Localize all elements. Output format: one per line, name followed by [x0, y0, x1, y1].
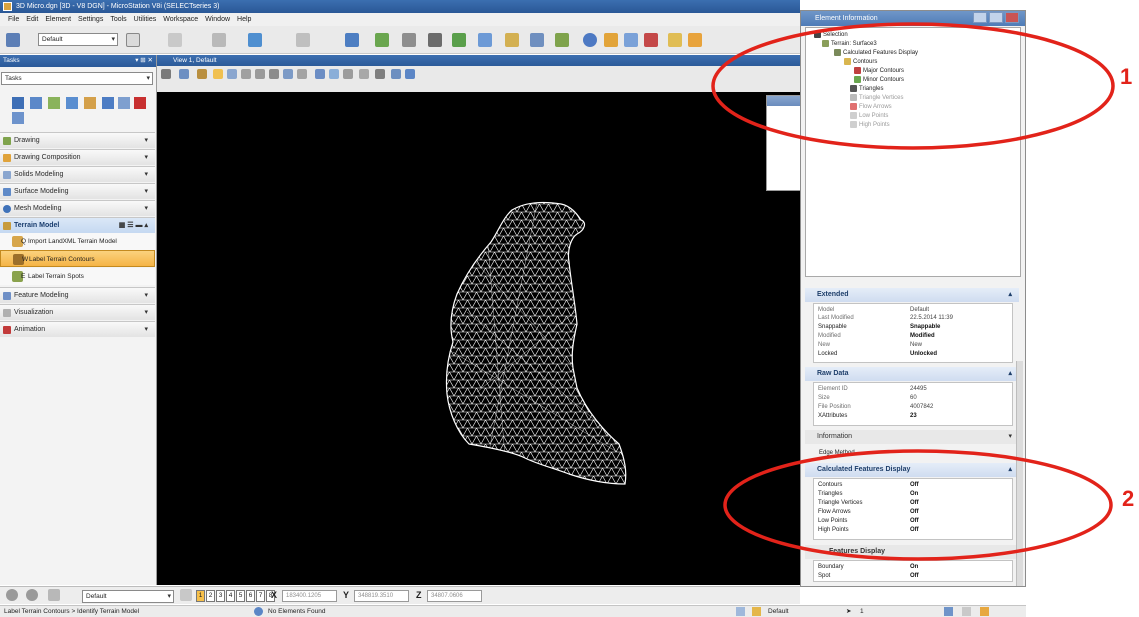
level-lock-icon[interactable] — [752, 607, 761, 616]
y-coordinate-field[interactable]: 348819.3510 — [354, 590, 409, 602]
view-button-6[interactable]: 6 — [246, 590, 255, 602]
z-coordinate-label: Z — [416, 590, 422, 600]
view-button-5[interactable]: 5 — [236, 590, 245, 602]
status-prompt: Label Terrain Contours > Identify Terrai… — [4, 608, 140, 615]
save-status-icon[interactable] — [962, 607, 971, 616]
status-bar: Label Terrain Contours > Identify Terrai… — [0, 605, 1026, 617]
forward-icon[interactable] — [26, 589, 38, 601]
callout-number-2: 2 — [1122, 486, 1135, 511]
y-coordinate-label: Y — [343, 590, 350, 600]
x-coordinate-field[interactable]: 183400.1205 — [282, 590, 337, 602]
design-file-icon[interactable] — [944, 607, 953, 616]
view-button-3[interactable]: 3 — [216, 590, 225, 602]
callout-ellipse-1 — [711, 22, 1115, 150]
view-button-7[interactable]: 7 — [256, 590, 265, 602]
callout-overlay — [711, 22, 1115, 561]
view-button-1[interactable]: 1 — [196, 590, 205, 602]
view-groups-icon[interactable] — [180, 589, 192, 601]
x-coordinate-label: X — [271, 590, 278, 600]
bottom-toolbar: Default 1 2 3 4 5 6 7 8 X 183400.1205 Y … — [0, 586, 800, 604]
status-level[interactable]: Default — [768, 606, 789, 617]
selection-arrow-icon: ➤ — [846, 608, 852, 615]
callout-ellipse-2 — [723, 449, 1113, 561]
message-info-icon — [254, 607, 263, 616]
locks-icon[interactable] — [736, 607, 745, 616]
warning-icon[interactable] — [980, 607, 989, 616]
view-button-2[interactable]: 2 — [206, 590, 215, 602]
back-icon[interactable] — [6, 589, 18, 601]
pointer-tool-icon[interactable] — [48, 589, 60, 601]
callout-number-1: 1 — [1120, 64, 1133, 89]
view-group-combo[interactable]: Default — [82, 590, 174, 603]
z-coordinate-field[interactable]: 34807.0606 — [427, 590, 482, 602]
view-button-4[interactable]: 4 — [226, 590, 235, 602]
selection-count: 1 — [860, 608, 864, 615]
status-message: No Elements Found — [268, 608, 326, 615]
